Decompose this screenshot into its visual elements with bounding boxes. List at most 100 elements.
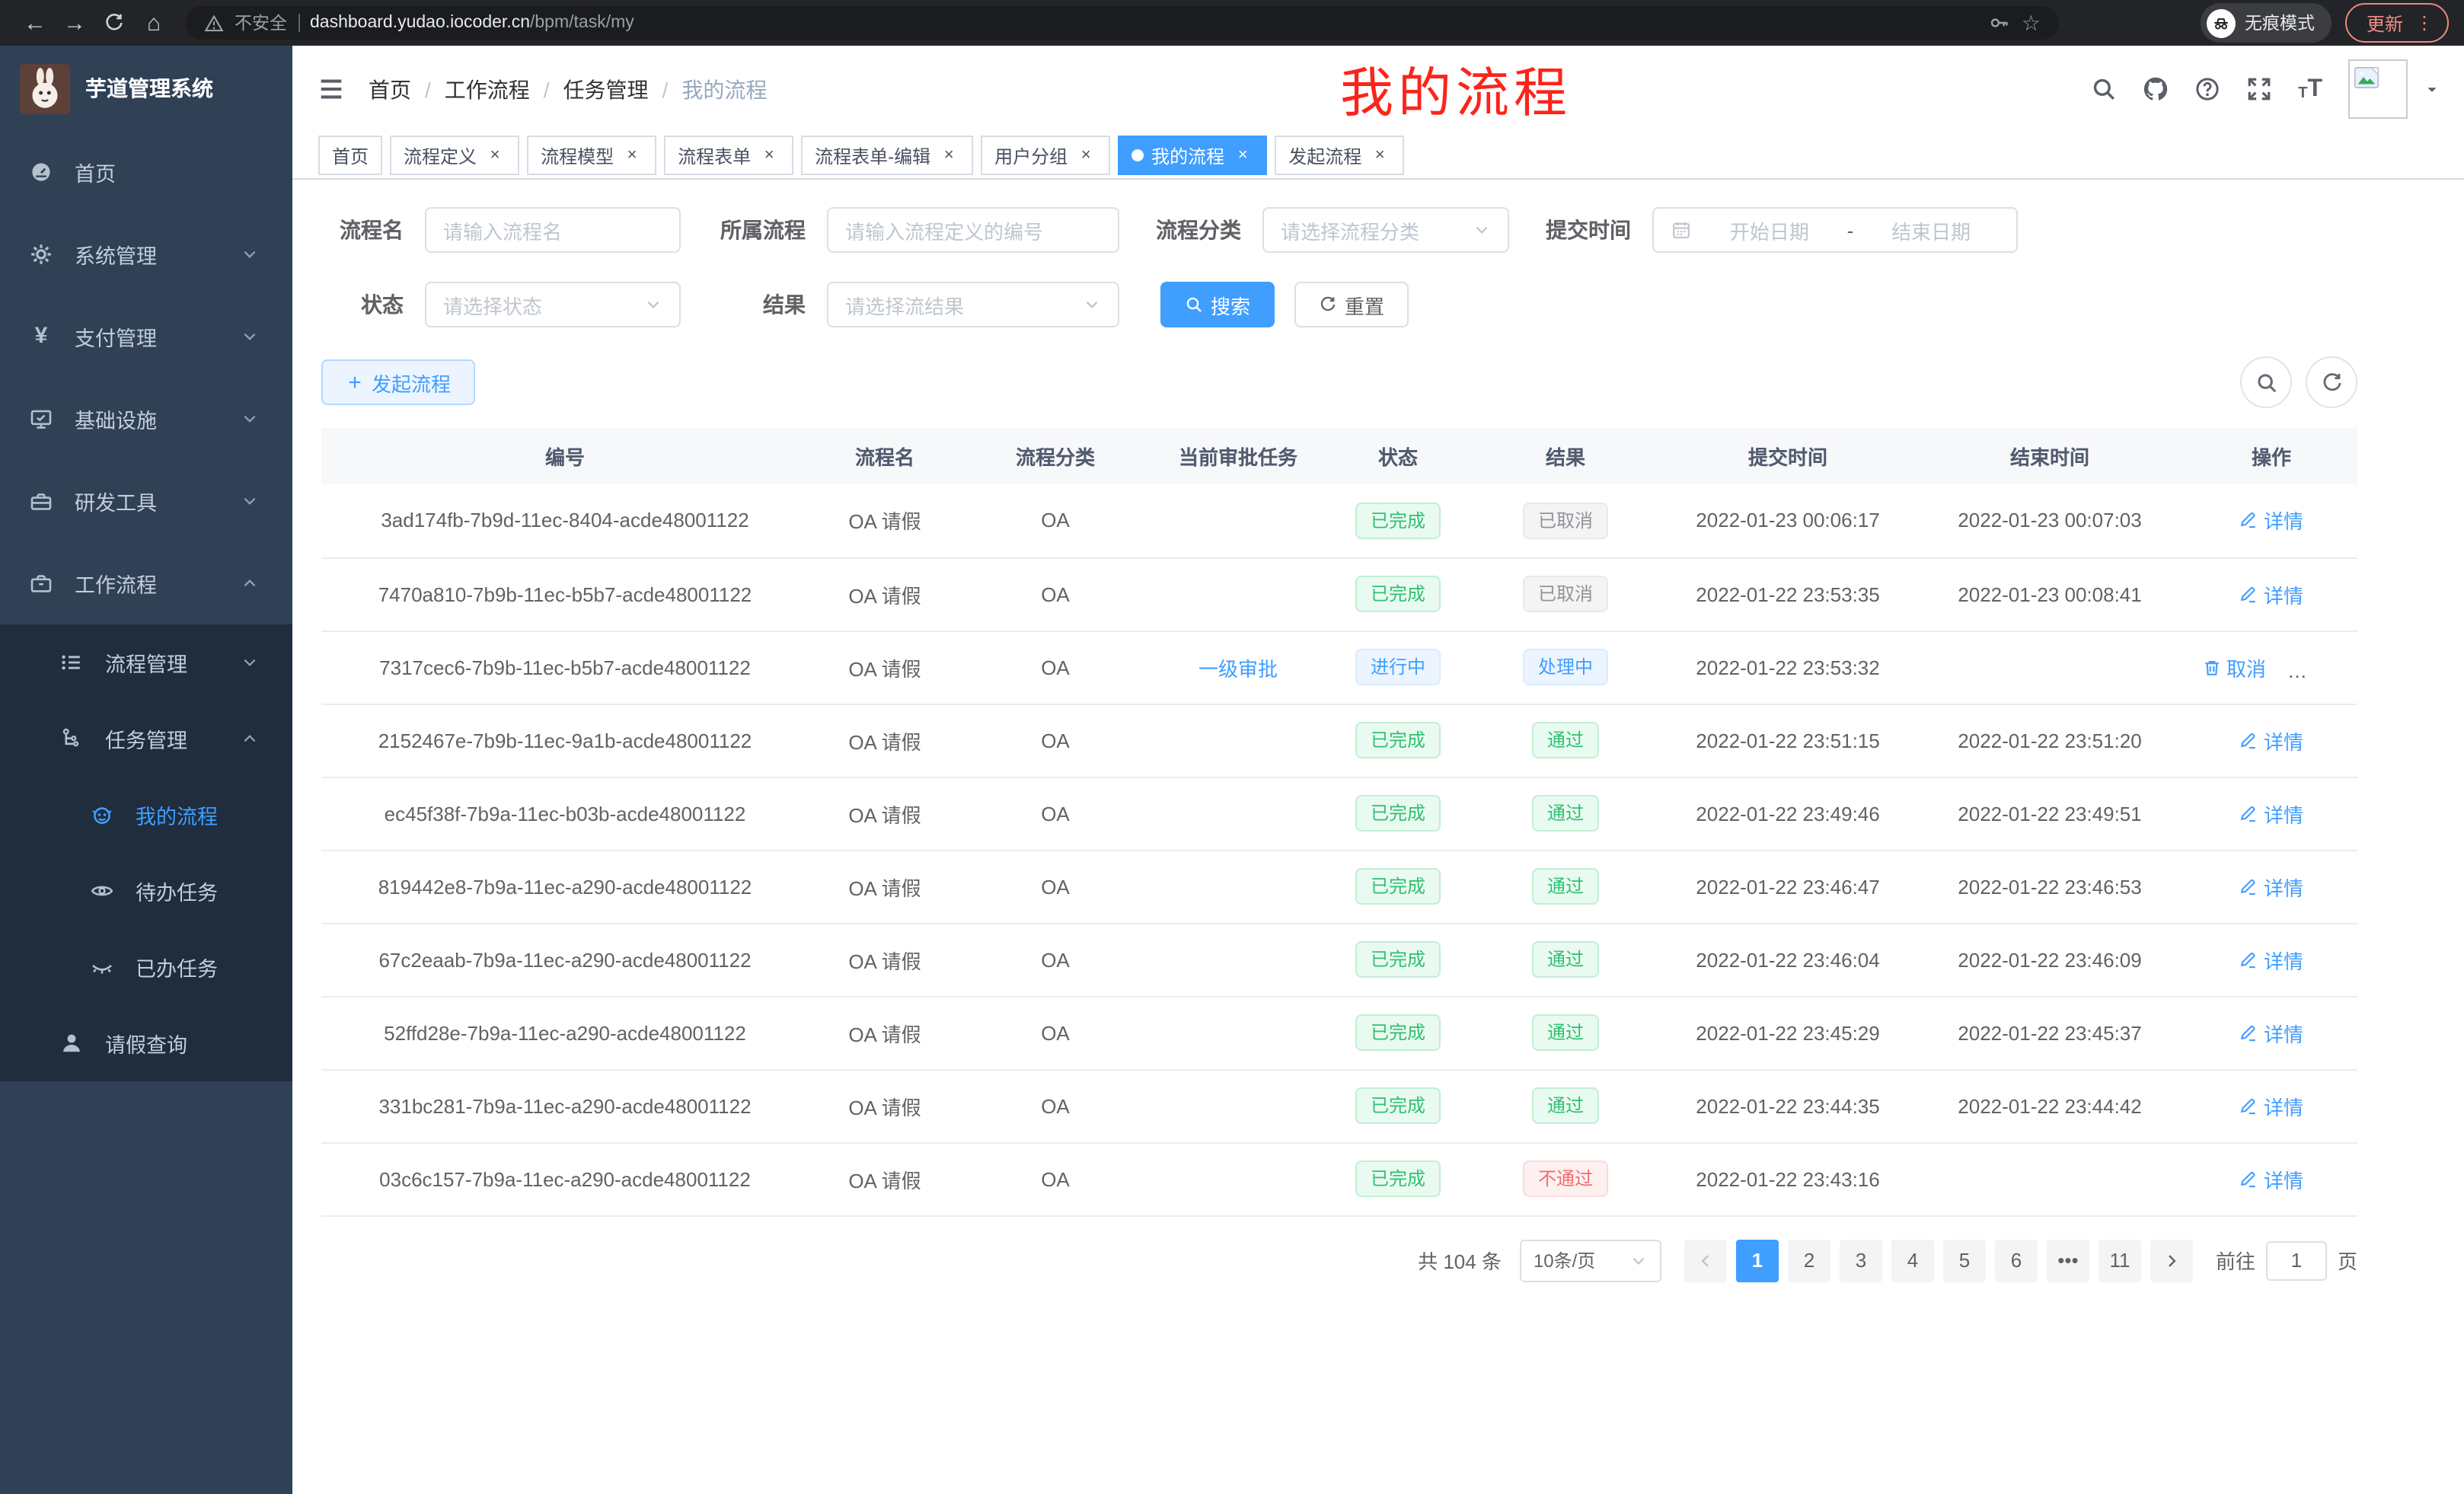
tab-close-icon[interactable]: × xyxy=(758,146,780,164)
sidebar-item[interactable]: 首页 xyxy=(0,131,292,213)
logo[interactable]: 芋道管理系统 xyxy=(0,46,292,131)
cell-process-id: ec45f38f-7b9a-11ec-b03b-acde48001122 xyxy=(321,777,809,850)
detail-action-link[interactable]: 详情 xyxy=(2239,1018,2303,1047)
address-bar[interactable]: 不安全 dashboard.yudao.iocoder.cn/bpm/task/… xyxy=(186,6,2059,40)
cell-process-name: OA 请假 xyxy=(809,557,961,630)
tab-close-icon[interactable]: × xyxy=(484,146,506,164)
sidebar-item[interactable]: 流程管理 xyxy=(0,624,292,701)
sidebar-item[interactable]: 研发工具 xyxy=(0,460,292,542)
sidebar-item[interactable]: 工作流程 xyxy=(0,542,292,624)
browser-home-button[interactable]: ⌂ xyxy=(134,3,174,43)
pager-ellipsis[interactable]: ••• xyxy=(2047,1239,2089,1282)
result-tag: 处理中 xyxy=(1523,649,1608,685)
detail-action-link[interactable]: 详情 xyxy=(2239,506,2303,535)
tab-close-icon[interactable]: × xyxy=(938,146,959,164)
detail-action-link[interactable]: 详情 xyxy=(2239,872,2303,901)
submit-time-range-picker[interactable]: 开始日期 - 结束日期 xyxy=(1652,207,2018,253)
detail-action-link[interactable]: 详情 xyxy=(2239,726,2303,755)
result-select[interactable]: 请选择流结果 xyxy=(827,282,1119,327)
user-avatar[interactable] xyxy=(2348,59,2408,119)
filter-definition-label: 所属流程 xyxy=(717,215,806,245)
goto-label: 前往 xyxy=(2216,1246,2255,1275)
tab[interactable]: 用户分组× xyxy=(981,136,1110,175)
sidebar-item[interactable]: 我的流程 xyxy=(0,777,292,853)
detail-action-link[interactable]: 详情 xyxy=(2239,1091,2303,1120)
page-content: 流程名 请输入流程名 所属流程 请输入流程定义的编号 流程分类 请选择流程分类 xyxy=(292,180,2464,1494)
hamburger-icon[interactable] xyxy=(317,75,346,104)
help-icon[interactable] xyxy=(2194,76,2220,102)
tab[interactable]: 我的流程× xyxy=(1118,136,1267,175)
avatar-caret-down-icon[interactable] xyxy=(2424,81,2440,97)
process-name-input[interactable]: 请输入流程名 xyxy=(425,207,681,253)
reset-button[interactable]: 重置 xyxy=(1294,282,1409,327)
pagination: 共 104 条 10条/页 123456•••11 前往 页 xyxy=(321,1239,2357,1282)
detail-action-link[interactable]: 详情 xyxy=(2239,799,2303,828)
security-label[interactable]: 不安全 xyxy=(235,11,287,35)
sidebar-item[interactable]: 待办任务 xyxy=(0,853,292,929)
detail-action-link[interactable]: 详情 xyxy=(2239,945,2303,974)
browser-reload-button[interactable] xyxy=(94,3,134,43)
tab[interactable]: 首页 xyxy=(318,136,382,175)
browser-menu-icon[interactable]: ⋮ xyxy=(2415,12,2434,34)
sidebar-item-label: 首页 xyxy=(75,157,292,187)
task-link[interactable]: 一级审批 xyxy=(1198,657,1278,680)
process-definition-input[interactable]: 请输入流程定义的编号 xyxy=(827,207,1119,253)
table-row: 52ffd28e-7b9a-11ec-a290-acde48001122OA 请… xyxy=(321,996,2357,1069)
tab[interactable]: 流程模型× xyxy=(527,136,656,175)
cancel-action-link[interactable]: 取消 xyxy=(2202,653,2266,682)
next-page-button[interactable] xyxy=(2150,1239,2193,1282)
detail-action-link[interactable]: 详情 xyxy=(2239,1164,2303,1193)
tab[interactable]: 发起流程× xyxy=(1275,136,1404,175)
breadcrumb-item[interactable]: 工作流程 xyxy=(445,74,530,104)
page-button[interactable]: 2 xyxy=(1788,1239,1830,1282)
category-select[interactable]: 请选择流程分类 xyxy=(1262,207,1509,253)
page-button[interactable]: 5 xyxy=(1943,1239,1986,1282)
toggle-search-button[interactable] xyxy=(2240,356,2292,408)
goto-page-input[interactable] xyxy=(2266,1240,2327,1280)
breadcrumb-item[interactable]: 首页 xyxy=(369,74,411,104)
cell-process-name: OA 请假 xyxy=(809,484,961,557)
tab-close-icon[interactable]: × xyxy=(621,146,643,164)
tab[interactable]: 流程表单-编辑× xyxy=(801,136,973,175)
sidebar-item[interactable]: 请假查询 xyxy=(0,1005,292,1081)
fullscreen-icon[interactable] xyxy=(2246,76,2272,102)
page-button[interactable]: 4 xyxy=(1891,1239,1934,1282)
status-select[interactable]: 请选择状态 xyxy=(425,282,681,327)
arrow-right-icon xyxy=(2162,1251,2181,1269)
browser-forward-button[interactable]: → xyxy=(55,3,94,43)
table-row: 819442e8-7b9a-11ec-a290-acde48001122OA 请… xyxy=(321,850,2357,923)
sidebar-item[interactable]: 基础设施 xyxy=(0,378,292,460)
prev-page-button[interactable] xyxy=(1684,1239,1727,1282)
bookmark-star-icon[interactable]: ☆ xyxy=(2022,10,2041,36)
tab[interactable]: 流程表单× xyxy=(664,136,793,175)
password-key-icon[interactable] xyxy=(1990,12,2011,34)
browser-back-button[interactable]: ← xyxy=(15,3,55,43)
tab-close-icon[interactable]: × xyxy=(1369,146,1390,164)
search-icon[interactable] xyxy=(2091,76,2117,102)
tab-close-icon[interactable]: × xyxy=(1232,146,1253,164)
cell-process-id: 03c6c157-7b9a-11ec-a290-acde48001122 xyxy=(321,1142,809,1215)
result-tag: 不通过 xyxy=(1523,1160,1608,1197)
sidebar-item[interactable]: 任务管理 xyxy=(0,701,292,777)
page-button[interactable]: 3 xyxy=(1840,1239,1882,1282)
sidebar-item[interactable]: 已办任务 xyxy=(0,929,292,1005)
page-size-select[interactable]: 10条/页 xyxy=(1520,1239,1661,1282)
detail-action-link[interactable]: 详情 xyxy=(2239,579,2303,608)
create-process-button[interactable]: 发起流程 xyxy=(321,359,475,405)
page-button[interactable]: 11 xyxy=(2099,1239,2141,1282)
cell-actions: 详情 xyxy=(2185,923,2357,996)
page-button[interactable]: 1 xyxy=(1736,1239,1779,1282)
font-size-icon[interactable]: TT xyxy=(2298,77,2322,101)
cell-result: 通过 xyxy=(1470,1069,1661,1142)
update-button[interactable]: 更新 ⋮ xyxy=(2345,3,2449,43)
sidebar-item[interactable]: ¥支付管理 xyxy=(0,295,292,378)
search-button[interactable]: 搜索 xyxy=(1160,282,1275,327)
refresh-table-button[interactable] xyxy=(2306,356,2357,408)
chevron-down-icon xyxy=(1629,1251,1648,1269)
sidebar-item[interactable]: 系统管理 xyxy=(0,213,292,295)
github-icon[interactable] xyxy=(2143,76,2169,102)
breadcrumb-item[interactable]: 任务管理 xyxy=(563,74,649,104)
tab[interactable]: 流程定义× xyxy=(390,136,519,175)
page-button[interactable]: 6 xyxy=(1995,1239,2038,1282)
tab-close-icon[interactable]: × xyxy=(1075,146,1096,164)
